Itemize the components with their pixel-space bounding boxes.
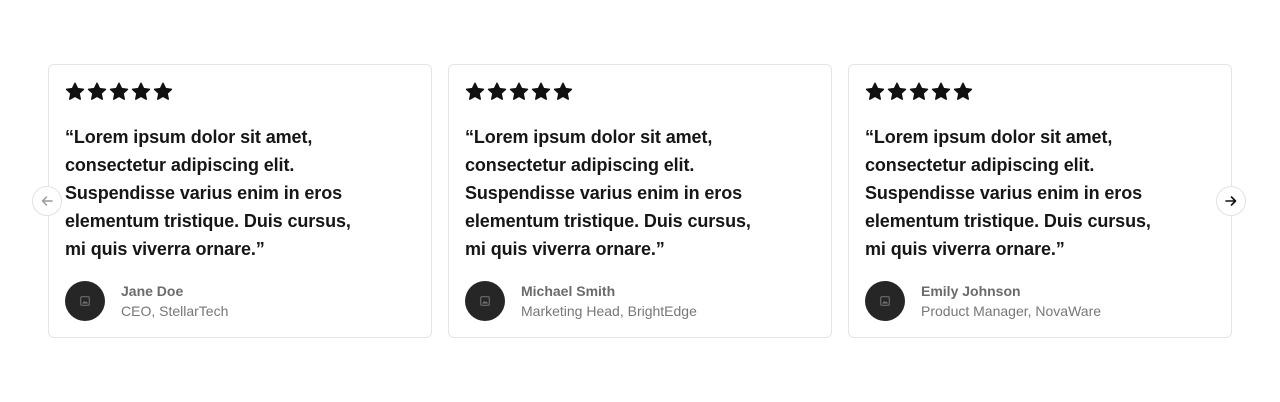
star-icon: [87, 82, 107, 102]
avatar: [465, 281, 505, 321]
star-rating: [465, 81, 815, 103]
arrow-left-icon: [40, 194, 54, 208]
star-icon: [153, 82, 173, 102]
star-icon: [953, 82, 973, 102]
author-role: CEO, StellarTech: [121, 302, 229, 319]
author-name: Emily Johnson: [921, 282, 1021, 299]
star-icon: [131, 82, 151, 102]
testimonial-quote: “Lorem ipsum dolor sit amet, consectetur…: [865, 127, 1151, 259]
avatar: [865, 281, 905, 321]
author-role: Marketing Head, BrightEdge: [521, 302, 697, 319]
testimonial-card: “Lorem ipsum dolor sit amet, consectetur…: [448, 64, 832, 338]
carousel-prev-button[interactable]: [32, 186, 62, 216]
testimonial-card: “Lorem ipsum dolor sit amet, consectetur…: [48, 64, 432, 338]
avatar: [65, 281, 105, 321]
star-icon: [109, 82, 129, 102]
star-rating: [65, 81, 415, 103]
star-icon: [65, 82, 85, 102]
testimonial-author: Jane Doe CEO, StellarTech: [65, 281, 228, 321]
star-icon: [531, 82, 551, 102]
star-icon: [509, 82, 529, 102]
image-placeholder-icon: [880, 296, 890, 306]
testimonial-track: “Lorem ipsum dolor sit amet, consectetur…: [48, 64, 1232, 338]
carousel-next-button[interactable]: [1216, 186, 1246, 216]
image-placeholder-icon: [80, 296, 90, 306]
testimonial-card: “Lorem ipsum dolor sit amet, consectetur…: [848, 64, 1232, 338]
testimonial-carousel: “Lorem ipsum dolor sit amet, consectetur…: [48, 64, 1232, 338]
testimonial-author: Emily Johnson Product Manager, NovaWare: [865, 281, 1101, 321]
star-icon: [931, 82, 951, 102]
star-icon: [865, 82, 885, 102]
author-name: Michael Smith: [521, 282, 616, 299]
testimonial-quote: “Lorem ipsum dolor sit amet, consectetur…: [465, 127, 751, 259]
star-icon: [553, 82, 573, 102]
image-placeholder-icon: [480, 296, 490, 306]
star-icon: [465, 82, 485, 102]
testimonial-author: Michael Smith Marketing Head, BrightEdge: [465, 281, 697, 321]
testimonial-quote: “Lorem ipsum dolor sit amet, consectetur…: [65, 127, 351, 259]
star-rating: [865, 81, 1215, 103]
author-role: Product Manager, NovaWare: [921, 302, 1102, 319]
author-name: Jane Doe: [121, 282, 184, 299]
star-icon: [887, 82, 907, 102]
arrow-right-icon: [1224, 194, 1238, 208]
star-icon: [909, 82, 929, 102]
star-icon: [487, 82, 507, 102]
